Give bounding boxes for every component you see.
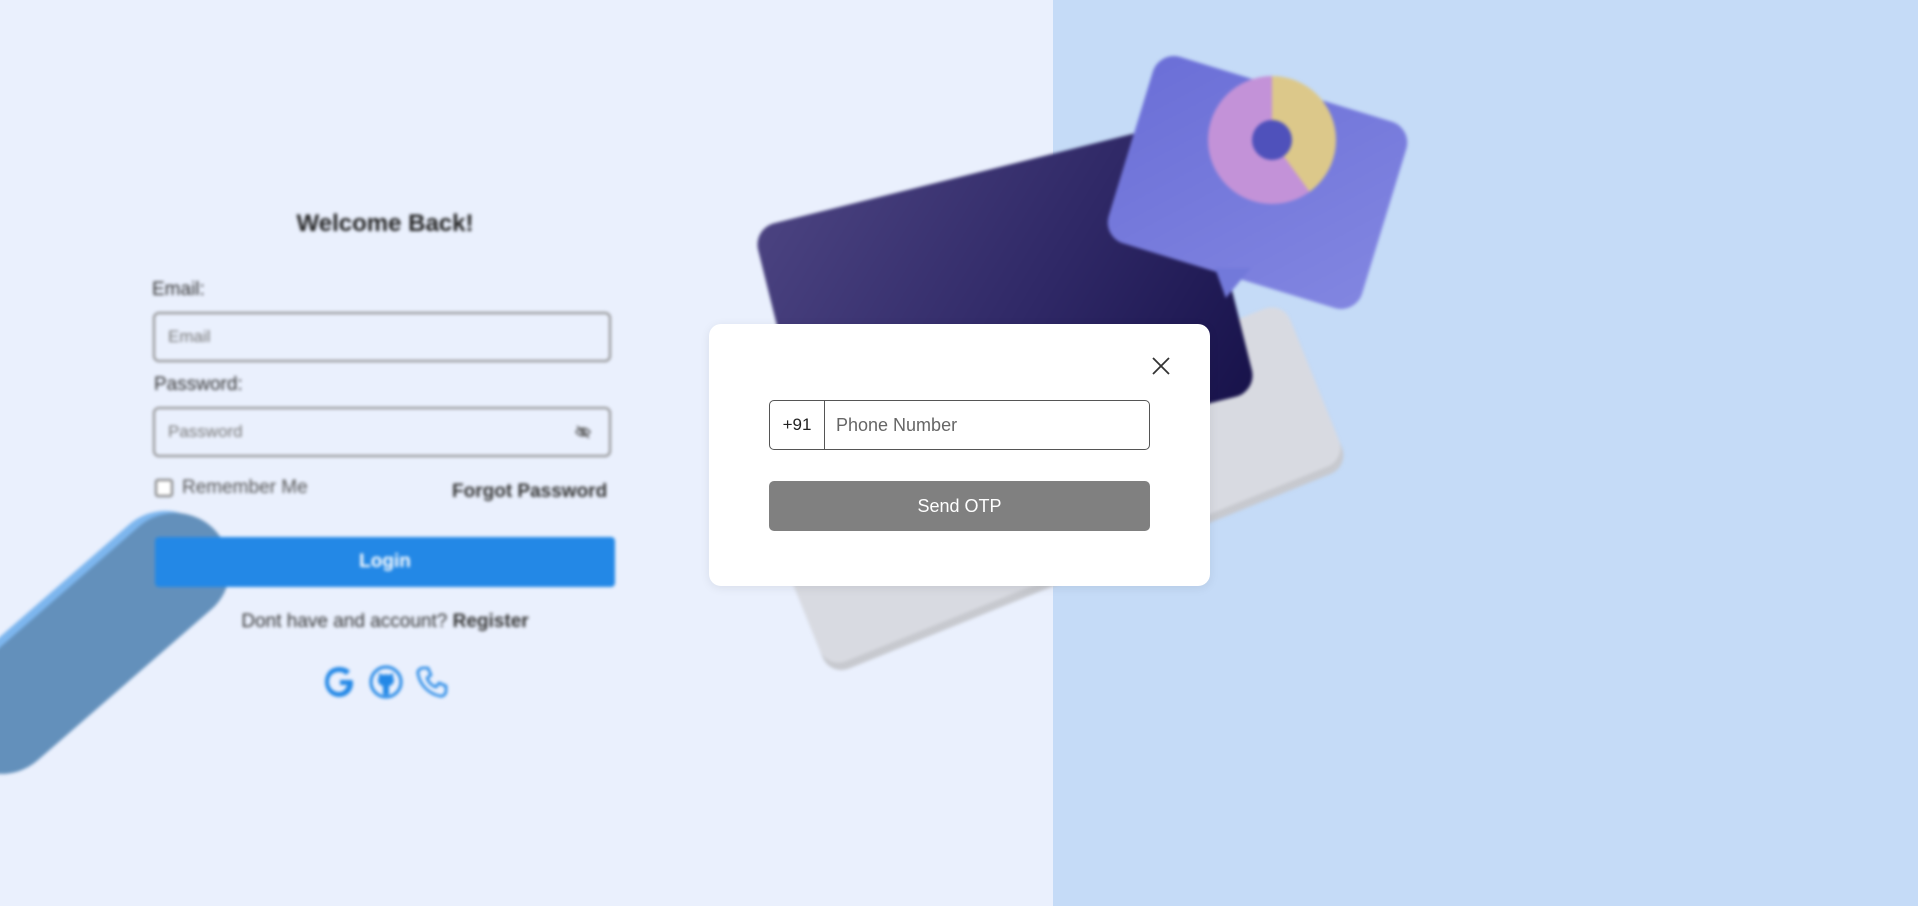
register-line: Dont have and account? Register xyxy=(150,611,620,633)
social-login-group xyxy=(322,664,450,704)
register-link[interactable]: Register xyxy=(453,611,529,632)
remember-me-checkbox[interactable] xyxy=(155,479,173,497)
login-button[interactable]: Login xyxy=(155,537,615,587)
github-icon[interactable] xyxy=(368,664,404,700)
phone-icon[interactable] xyxy=(414,664,450,700)
password-field[interactable]: Password xyxy=(153,407,611,457)
page-title: Welcome Back! xyxy=(296,210,474,237)
register-prompt: Dont have and account? xyxy=(241,611,448,632)
email-placeholder: Email xyxy=(168,327,211,346)
otp-modal: +91 Send OTP xyxy=(709,324,1210,586)
forgot-password-link[interactable]: Forgot Password xyxy=(452,481,607,503)
remember-me-label: Remember Me xyxy=(182,477,308,498)
password-placeholder: Password xyxy=(168,422,243,441)
send-otp-button[interactable]: Send OTP xyxy=(769,481,1150,531)
country-code[interactable]: +91 xyxy=(770,401,825,449)
google-icon[interactable] xyxy=(322,664,358,700)
email-label: Email: xyxy=(152,279,205,300)
email-field[interactable]: Email xyxy=(153,312,611,362)
phone-number-input[interactable] xyxy=(825,414,1149,436)
password-label: Password: xyxy=(154,374,243,395)
eye-off-icon[interactable] xyxy=(575,425,591,439)
close-icon[interactable] xyxy=(1149,354,1173,378)
phone-field-group: +91 xyxy=(769,400,1150,450)
donut-hole xyxy=(1252,120,1292,160)
